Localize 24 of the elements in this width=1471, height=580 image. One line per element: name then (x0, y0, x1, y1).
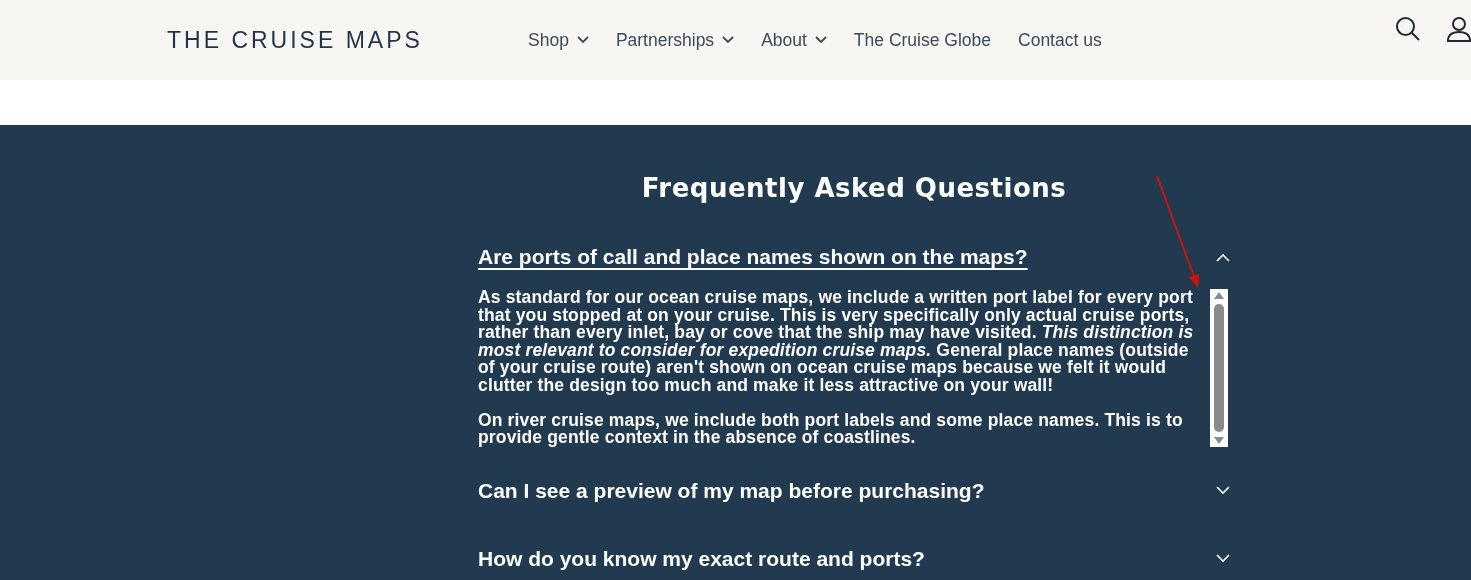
answer-paragraph: As standard for our ocean cruise maps, we include a written port label for every port that you stopped at on your cruise. This is very specifically only actual cruise ports, rather than every inlet, bay or cove that the ship may have visited. This distinction is most relevant to consider for expedition cruise maps. General place names (outside of your cruise route) aren't shown on ocean cruise maps because we felt it would clutter the design too much and make it less attractive on your wall! (478, 289, 1195, 394)
caret-icon (722, 36, 735, 44)
chevron-down-icon (1216, 486, 1230, 495)
scroll-down-icon[interactable] (1213, 435, 1225, 445)
scroll-thumb[interactable] (1214, 304, 1224, 432)
nav-link[interactable]: Shop (528, 29, 589, 51)
logo[interactable]: THE CRUISE MAPS (167, 26, 479, 54)
chevron-up-icon (1216, 252, 1230, 262)
search-icon[interactable] (1395, 16, 1421, 42)
user-icon[interactable] (1447, 16, 1471, 42)
caret-icon (576, 36, 589, 44)
nav-link[interactable]: Partnerships (615, 29, 735, 51)
chevron-down-icon (1216, 554, 1230, 563)
faq-question[interactable]: Can I see a preview of my map before purchasing? (478, 478, 1230, 503)
scroll-up-icon[interactable] (1213, 291, 1225, 300)
faq-question[interactable]: How do you know my exact route and ports? (478, 546, 1230, 571)
caret-icon (814, 36, 827, 44)
nav-link[interactable]: The Cruise Globe (853, 29, 991, 51)
scrollbar[interactable] (1210, 289, 1228, 447)
answer-paragraph: On river cruise maps, we include both port labels and some place names. This is to provide gentle context in the absence of coastlines. (478, 411, 1184, 447)
faq-question[interactable]: Are ports of call and place names shown on the maps? (478, 245, 1230, 269)
nav-link[interactable]: Contact us (1018, 29, 1102, 51)
section-title: Frequently Asked Questions (640, 173, 1068, 203)
nav-link[interactable]: About (761, 29, 827, 51)
